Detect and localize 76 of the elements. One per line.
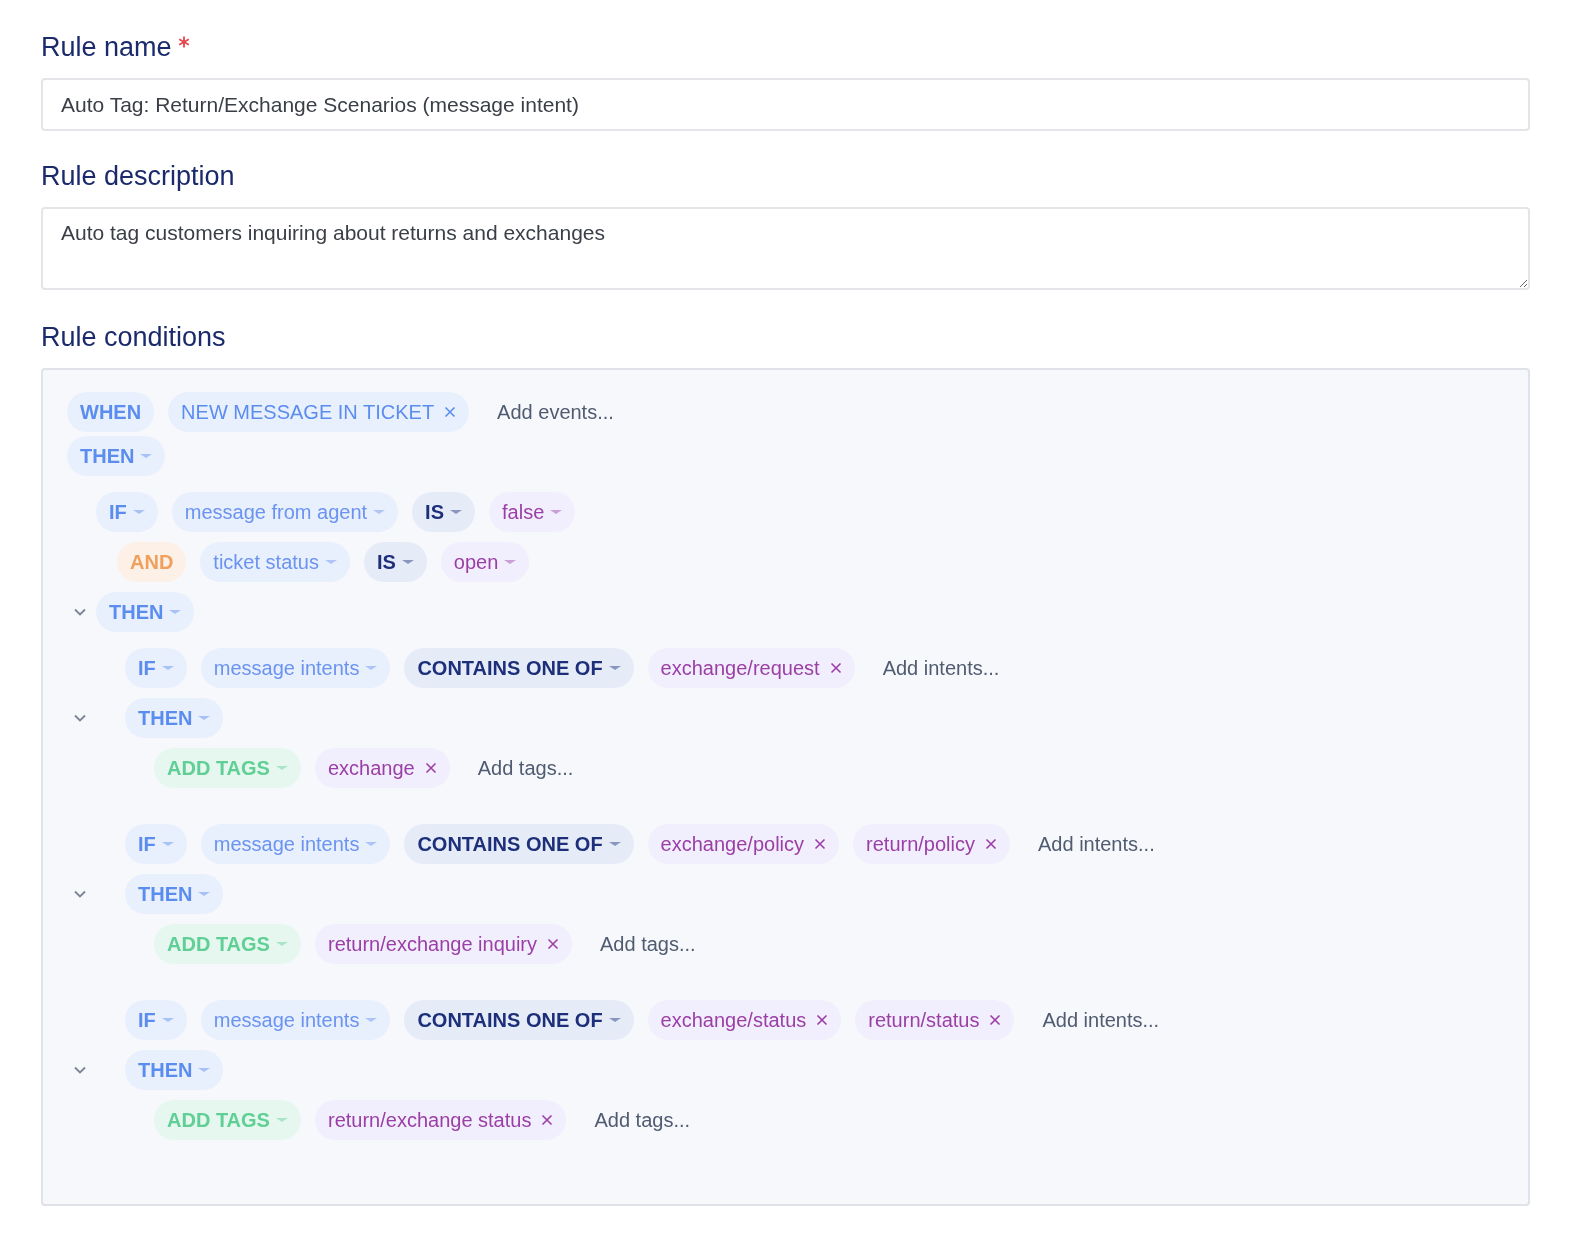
value-chip[interactable]: false [489, 492, 576, 532]
field-dropdown[interactable]: message intents [200, 1000, 391, 1040]
caret-icon [161, 665, 174, 671]
rule-name-field[interactable]: Auto Tag: Return/Exchange Scenarios (message intent) [41, 78, 1530, 131]
caret-icon [365, 841, 378, 847]
field-label: Rule description [41, 160, 235, 193]
caret-icon [608, 841, 621, 847]
caret-icon [401, 559, 414, 565]
value-chip[interactable]: return/exchange status [314, 1100, 567, 1140]
caret-icon [608, 1017, 621, 1023]
add-input[interactable]: Add intents... [1042, 1008, 1160, 1032]
caret-icon [275, 765, 288, 771]
description-field[interactable]: Auto tag customers inquiring about returns and exchanges [41, 207, 1530, 290]
field-dropdown[interactable]: message from agent [171, 492, 399, 532]
value-chip[interactable]: exchange/policy [647, 824, 840, 864]
caret-icon [275, 941, 288, 947]
caret-icon [275, 1117, 288, 1123]
caret-icon [198, 1067, 211, 1073]
value-chip[interactable]: return/exchange inquiry [314, 924, 572, 964]
field-dropdown[interactable]: message intents [200, 648, 391, 688]
field-label: Rule conditions [41, 321, 226, 354]
value-chip[interactable]: exchange [314, 748, 450, 788]
operator-dropdown[interactable]: IS [412, 492, 475, 532]
keyword-chip[interactable]: THEN [67, 436, 166, 476]
field-label: Rule name [41, 31, 172, 64]
close-icon[interactable] [444, 406, 457, 418]
close-icon[interactable] [989, 1014, 1002, 1026]
operator-dropdown[interactable]: IS [363, 542, 427, 582]
close-icon[interactable] [816, 1014, 829, 1026]
caret-icon [169, 609, 182, 615]
keyword-chip[interactable]: THEN [125, 698, 224, 738]
add-input[interactable]: Add tags... [477, 756, 574, 780]
operator-dropdown[interactable]: CONTAINS ONE OF [404, 648, 634, 688]
keyword-chip[interactable]: WHEN [67, 392, 155, 432]
caret-icon [365, 1017, 378, 1023]
value-chip[interactable]: exchange/status [647, 1000, 842, 1040]
caret-icon [365, 665, 378, 671]
caret-icon [504, 559, 517, 565]
value-chip[interactable]: open [440, 542, 530, 582]
caret-icon [450, 509, 462, 515]
operator-dropdown[interactable]: CONTAINS ONE OF [404, 1000, 634, 1040]
add-input[interactable]: Add tags... [600, 932, 696, 956]
add-input[interactable]: Add intents... [1038, 832, 1155, 856]
caret-icon [550, 509, 563, 515]
caret-icon [132, 509, 145, 515]
add-input[interactable]: Add events... [497, 400, 614, 424]
value-chip[interactable]: exchange/request [647, 648, 855, 688]
keyword-chip[interactable]: THEN [125, 1050, 224, 1090]
keyword-chip[interactable]: THEN [125, 874, 224, 914]
close-icon[interactable] [985, 838, 997, 850]
add-input[interactable]: Add tags... [594, 1108, 691, 1132]
event-chip[interactable]: NEW MESSAGE IN TICKET [168, 392, 470, 432]
caret-icon [198, 715, 211, 721]
caret-icon [198, 891, 211, 897]
field-dropdown[interactable]: message intents [200, 824, 391, 864]
operator-dropdown[interactable]: CONTAINS ONE OF [404, 824, 634, 864]
keyword-chip[interactable]: THEN [96, 592, 195, 632]
keyword-chip[interactable]: IF [125, 648, 187, 688]
value-chip[interactable]: return/status [855, 1000, 1015, 1040]
caret-icon [608, 665, 621, 671]
keyword-chip[interactable]: IF [96, 492, 158, 532]
caret-icon [324, 559, 337, 565]
caret-icon [140, 453, 153, 459]
field-dropdown[interactable]: ticket status [200, 542, 350, 582]
caret-icon [161, 1017, 174, 1023]
caret-icon [373, 509, 386, 515]
close-icon[interactable] [547, 938, 559, 950]
caret-icon [161, 841, 174, 847]
keyword-chip[interactable]: IF [125, 1000, 187, 1040]
add-input[interactable]: Add intents... [882, 656, 1000, 680]
close-icon[interactable] [424, 762, 437, 774]
close-icon[interactable] [814, 838, 827, 850]
close-icon[interactable] [829, 662, 842, 674]
close-icon[interactable] [541, 1114, 554, 1126]
value-chip[interactable]: return/policy [853, 824, 1010, 864]
keyword-chip[interactable]: IF [125, 824, 187, 864]
